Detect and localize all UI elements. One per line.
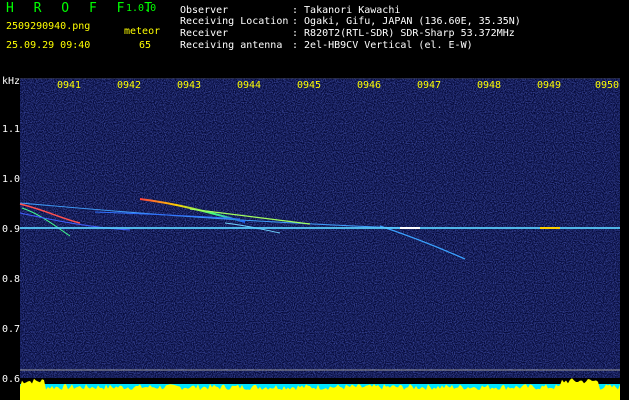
freq-tick-label: 0.8 — [2, 274, 21, 285]
freq-tick-label: 1.0 — [2, 174, 21, 185]
time-tick-label: 0946 — [357, 80, 382, 91]
time-tick-label: 0942 — [117, 80, 142, 91]
spectrogram — [19, 78, 620, 400]
file-name: 2509290940.png — [6, 21, 91, 32]
freq-tick-label: 1.1 — [2, 124, 21, 135]
freq-tick-label: 0.9 — [2, 224, 21, 235]
info-key-antenna: Receiving antenna — [180, 40, 283, 51]
file-datetime: 25.09.29 09:40 — [6, 40, 91, 51]
freq-tick-label: 0.7 — [2, 324, 21, 335]
time-tick-label: 0945 — [297, 80, 322, 91]
info-value-antenna: : 2el-HB9CV Vertical (el. E-W) — [292, 40, 473, 51]
time-tick-label: 0943 — [177, 80, 202, 91]
freq-tick-label: 0.6 — [2, 374, 21, 385]
freq-unit-label: kHz — [2, 76, 21, 87]
info-key-receiver: Receiver — [180, 28, 229, 39]
time-tick-label: 0950 — [595, 80, 620, 91]
info-value-receiver: : R820T2(RTL-SDR) SDR-Sharp 53.372MHz — [292, 28, 515, 39]
meteor-count: 65 — [139, 40, 152, 51]
app-version: 1.0.0 — [126, 3, 157, 14]
time-tick-label: 0941 — [57, 80, 82, 91]
info-value-location: : Ogaki, Gifu, JAPAN (136.60E, 35.35N) — [292, 16, 521, 27]
signal-level-band — [20, 378, 620, 400]
time-tick-label: 0948 — [477, 80, 502, 91]
time-tick-label: 0947 — [417, 80, 442, 91]
info-key-location: Receiving Location — [180, 16, 289, 27]
time-tick-label: 0944 — [237, 80, 262, 91]
info-value-observer: : Takanori Kawachi — [292, 5, 401, 16]
info-key-observer: Observer — [180, 5, 229, 16]
meteor-label: meteor — [124, 26, 161, 37]
time-tick-label: 0949 — [537, 80, 562, 91]
